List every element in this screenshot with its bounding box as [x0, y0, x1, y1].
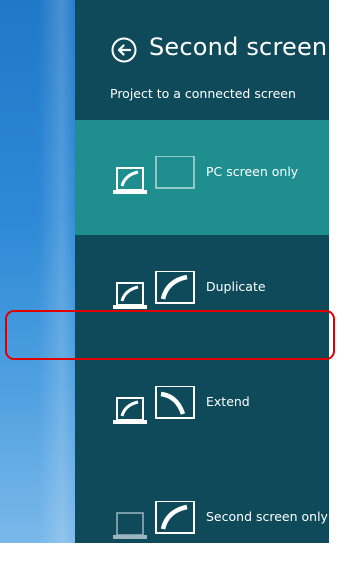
desktop-background	[0, 0, 78, 543]
extend-icon	[113, 386, 195, 424]
option-extend[interactable]: Extend	[75, 350, 329, 465]
panel-header: Second screen Project to a connected scr…	[75, 0, 329, 120]
screen-edge	[329, 0, 339, 543]
second-screen-only-icon	[113, 501, 195, 539]
panel-title: Second screen	[149, 33, 328, 61]
panel-subtitle: Project to a connected screen	[110, 86, 296, 101]
option-label: PC screen only	[206, 164, 299, 179]
option-pc-screen-only[interactable]: PC screen only	[75, 120, 329, 235]
option-second-screen-only[interactable]: Second screen only	[75, 465, 329, 580]
second-screen-panel: Second screen Project to a connected scr…	[75, 0, 329, 543]
pc-screen-only-icon	[113, 156, 195, 194]
desktop-light-streak	[38, 0, 78, 543]
option-label: Second screen only	[206, 509, 328, 524]
highlight-annotation	[5, 310, 335, 360]
option-label: Duplicate	[206, 279, 266, 294]
option-label: Extend	[206, 394, 250, 409]
back-arrow-icon[interactable]	[111, 37, 137, 63]
